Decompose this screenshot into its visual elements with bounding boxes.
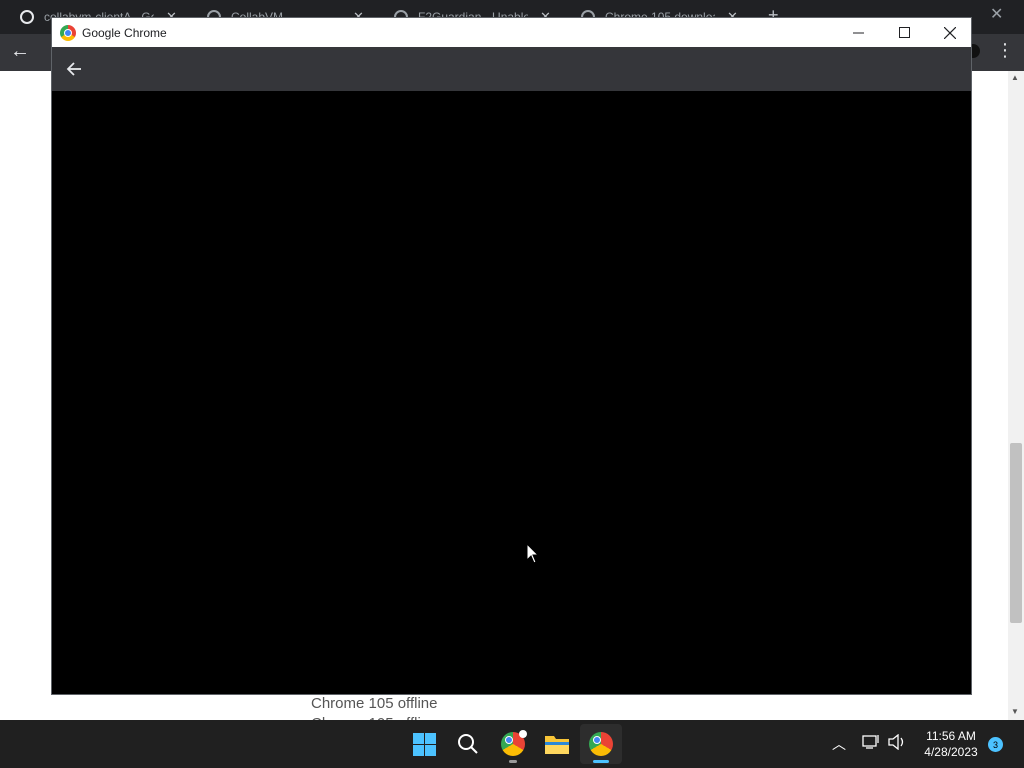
taskbar: ︿ 11:56 AM 4/28/2023 3: [0, 720, 1024, 768]
scroll-down-icon[interactable]: ▼: [1011, 707, 1019, 716]
scroll-up-icon[interactable]: ▲: [1011, 73, 1019, 82]
close-icon: [944, 26, 956, 39]
search-button[interactable]: [452, 728, 484, 760]
maximize-icon: [898, 27, 910, 38]
maximize-button[interactable]: [881, 18, 927, 47]
scrollbar-thumb[interactable]: [1010, 443, 1022, 623]
back-arrow-icon: [66, 62, 81, 76]
window-close-icon[interactable]: ✕: [990, 4, 1003, 24]
start-button[interactable]: [408, 728, 440, 760]
popup-content-area[interactable]: [52, 91, 971, 694]
folder-icon: [545, 736, 569, 754]
window-title: Google Chrome: [82, 25, 167, 40]
back-button[interactable]: [62, 57, 86, 81]
back-arrow-icon[interactable]: ←: [10, 40, 30, 63]
volume-icon[interactable]: [888, 733, 906, 755]
minimize-button[interactable]: [835, 18, 881, 47]
file-explorer-app[interactable]: [541, 728, 573, 760]
page-text-line[interactable]: Chrome 105 offline: [311, 695, 437, 712]
running-indicator: [509, 760, 517, 763]
network-icon[interactable]: [862, 734, 880, 755]
clock-time[interactable]: 11:56 AM: [918, 729, 984, 743]
google-chrome-app[interactable]: [585, 728, 617, 763]
profile-badge-icon: [519, 730, 527, 738]
minimize-icon: [852, 32, 864, 34]
active-indicator: [593, 760, 609, 763]
search-icon: [458, 734, 478, 754]
notification-count-badge[interactable]: 3: [988, 737, 1003, 752]
mouse-cursor-icon: [526, 543, 540, 564]
close-button[interactable]: [927, 18, 973, 47]
windows-logo-icon: [412, 732, 436, 756]
popup-title-bar[interactable]: Google Chrome: [52, 18, 971, 47]
google-favicon-icon: [20, 10, 34, 24]
chrome-profile-app[interactable]: [497, 728, 529, 763]
clock-date[interactable]: 4/28/2023: [918, 745, 984, 759]
show-hidden-icons-chevron-icon[interactable]: ︿: [832, 734, 846, 754]
more-menu-icon[interactable]: ⋮: [996, 40, 1014, 61]
chrome-logo-icon: [60, 24, 76, 41]
popup-toolbar: [52, 47, 971, 91]
chrome-popup-window: Google Chrome: [51, 17, 972, 695]
chrome-icon: [589, 732, 613, 756]
